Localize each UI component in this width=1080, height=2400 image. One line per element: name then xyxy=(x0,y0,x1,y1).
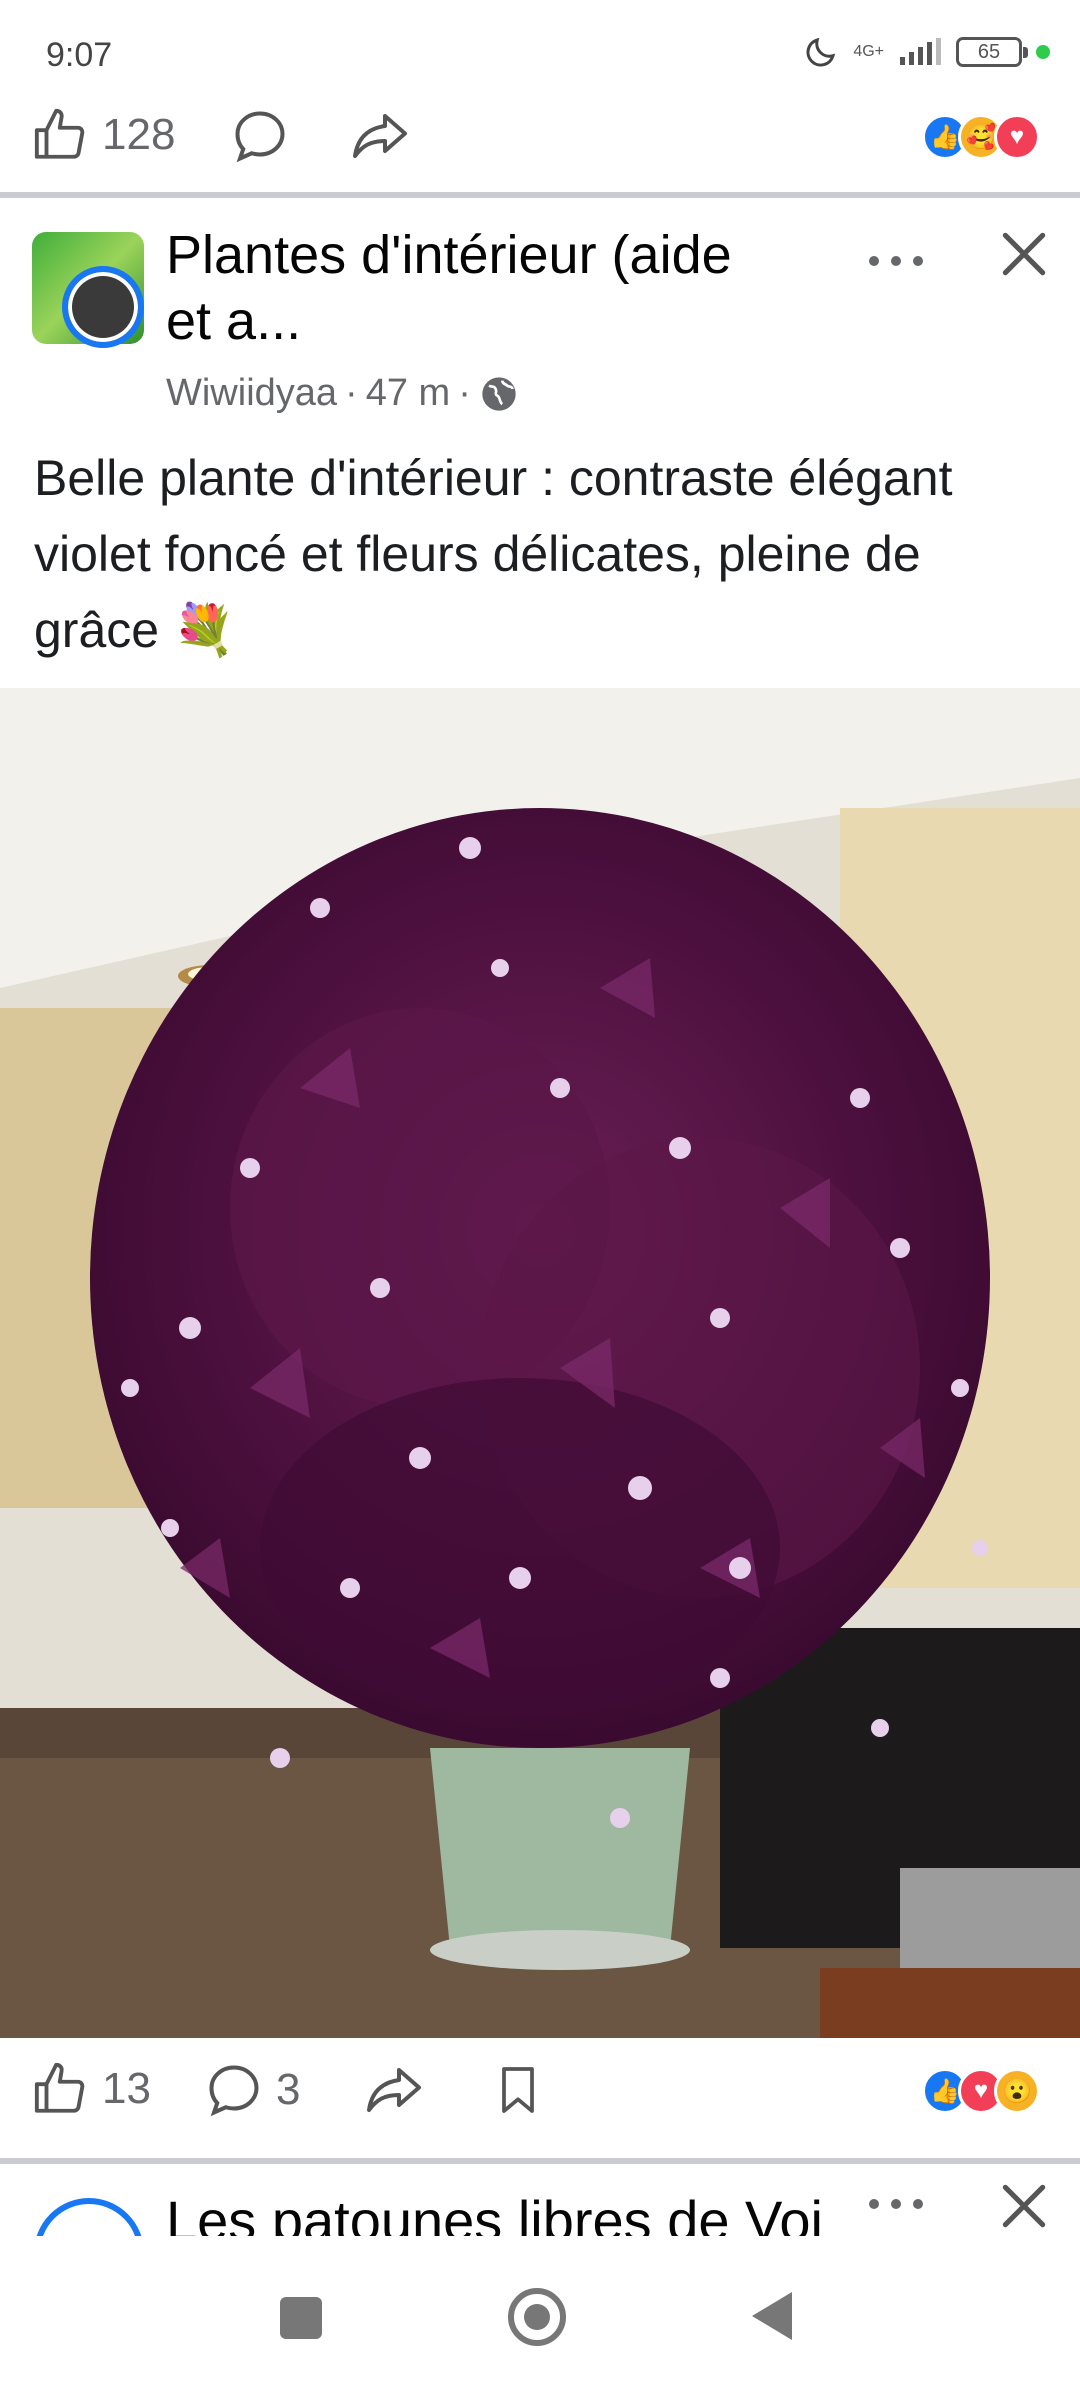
post-time[interactable]: 47 m xyxy=(366,372,450,415)
prev-share-button[interactable] xyxy=(350,106,410,166)
next-group-name-link[interactable]: Les patounes libres de Voi xyxy=(166,2188,823,2236)
bookmark-icon xyxy=(502,2067,534,2113)
comment-bubble-icon xyxy=(209,2065,259,2117)
post-actions: 13 3 👍 ♥ 😮 xyxy=(0,2050,1080,2150)
reactions-summary[interactable]: 👍 ♥ 😮 xyxy=(922,2068,1040,2114)
home-button[interactable] xyxy=(508,2288,566,2346)
battery-indicator: 65 xyxy=(956,37,1028,67)
share-arrow-icon xyxy=(367,2068,421,2112)
post-meta: Wiwiidyaa · 47 m · xyxy=(166,372,519,415)
post-photo[interactable] xyxy=(0,688,1080,2038)
like-count: 13 xyxy=(102,2064,151,2113)
thumbs-up-icon xyxy=(34,108,85,159)
prev-comment-button[interactable] xyxy=(230,106,290,166)
back-button[interactable] xyxy=(752,2292,792,2340)
next-more-options-button[interactable] xyxy=(866,2194,926,2219)
privacy-indicator-dot xyxy=(1036,45,1050,59)
status-icons: 4G+ 65 xyxy=(803,34,1050,70)
recent-apps-button[interactable] xyxy=(280,2297,322,2339)
prev-like-count: 128 xyxy=(102,110,176,159)
thumbs-up-icon xyxy=(34,2062,85,2113)
love-reaction-icon: ♥ xyxy=(994,114,1040,160)
close-icon xyxy=(1002,2184,1046,2228)
previous-post-actions: 128 👍 🥰 ♥ xyxy=(0,96,1080,196)
signal-icon xyxy=(900,38,941,65)
facebook-feed-screen: 9:07 4G+ 65 128 👍 🥰 ♥ Plantes d'intérieu… xyxy=(0,0,1080,2400)
next-group-avatar[interactable] xyxy=(34,2198,144,2236)
more-options-button[interactable] xyxy=(866,236,936,276)
group-name-link[interactable]: Plantes d'intérieur (aide et a... xyxy=(166,222,786,354)
prev-like-button[interactable]: 128 xyxy=(32,106,175,164)
post-text: Belle plante d'intérieur : contraste élé… xyxy=(34,450,953,658)
network-type-label: 4G+ xyxy=(853,43,884,60)
hide-post-button[interactable] xyxy=(996,226,1056,286)
status-time: 9:07 xyxy=(46,36,113,74)
system-navigation-bar xyxy=(0,2250,1080,2400)
comment-count: 3 xyxy=(276,2065,301,2114)
prev-reactions-summary[interactable]: 👍 🥰 ♥ xyxy=(922,114,1040,160)
comment-button[interactable]: 3 xyxy=(204,2060,300,2120)
do-not-disturb-moon-icon xyxy=(806,37,836,67)
close-icon xyxy=(1002,232,1046,276)
author-avatar xyxy=(62,266,144,348)
like-button[interactable]: 13 xyxy=(32,2060,151,2118)
status-bar: 9:07 4G+ 65 xyxy=(0,0,1080,92)
globe-icon xyxy=(482,376,516,411)
share-button[interactable] xyxy=(364,2060,424,2120)
post-divider xyxy=(0,192,1080,198)
more-dots-icon xyxy=(869,2199,923,2209)
next-hide-post-button[interactable] xyxy=(996,2178,1052,2236)
author-name[interactable]: Wiwiidyaa xyxy=(166,372,337,415)
next-post-header: Les patounes libres de Voi xyxy=(0,2176,1080,2236)
comment-bubble-icon xyxy=(235,111,285,163)
group-avatar[interactable] xyxy=(32,232,144,348)
post-divider xyxy=(0,2158,1080,2164)
meta-separator: · xyxy=(458,372,471,414)
share-arrow-icon xyxy=(353,114,407,158)
plant-photo-image xyxy=(0,688,1080,2038)
wow-reaction-icon: 😮 xyxy=(994,2068,1040,2114)
meta-separator: · xyxy=(345,372,358,414)
save-button[interactable] xyxy=(490,2060,546,2120)
more-dots-icon xyxy=(869,256,923,266)
